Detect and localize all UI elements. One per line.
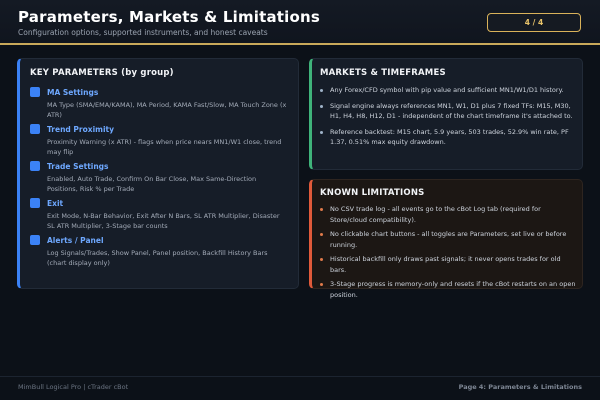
param-group-exit: Exit Exit Mode, N-Bar Behavior, Exit Aft…	[30, 198, 288, 231]
list-item: Historical backfill only draws past sign…	[320, 254, 576, 275]
markets-list: Any Forex/CFD symbol with pip value and …	[320, 85, 576, 153]
param-group-trade-settings: Trade Settings Enabled, Auto Trade, Conf…	[30, 161, 288, 194]
bullet-icon	[320, 283, 323, 286]
list-item: Any Forex/CFD symbol with pip value and …	[320, 85, 576, 96]
list-item: No CSV trade log - all events go to the …	[320, 204, 576, 225]
footer-product-label: MimBull Logical Pro | cTrader cBot	[18, 383, 129, 391]
group-description: Proximity Warning (x ATR) - flags when p…	[47, 138, 282, 156]
group-title: MA Settings	[47, 87, 99, 97]
limitations-list: No CSV trade log - all events go to the …	[320, 204, 576, 304]
page-title: Parameters, Markets & Limitations	[18, 8, 321, 26]
footer-page-label: Page 4: Parameters & Limitations	[458, 383, 582, 391]
param-group-trend-proximity: Trend Proximity Proximity Warning (x ATR…	[30, 124, 288, 157]
list-item: 3-Stage progress is memory-only and rese…	[320, 279, 576, 300]
group-title: Trend Proximity	[47, 124, 115, 134]
known-limitations-panel: KNOWN LIMITATIONS No CSV trade log - all…	[309, 179, 583, 299]
list-item: Signal engine always references MN1, W1,…	[320, 101, 576, 122]
limitations-title: KNOWN LIMITATIONS	[320, 188, 425, 198]
group-title: Alerts / Panel	[47, 235, 104, 245]
group-title: Exit	[47, 198, 64, 208]
markets-timeframes-panel: MARKETS & TIMEFRAMES Any Forex/CFD symbo…	[309, 58, 583, 170]
bullet-icon	[320, 233, 323, 236]
bullet-icon	[320, 89, 323, 92]
group-description: MA Type (SMA/EMA/KAMA), MA Period, KAMA …	[47, 101, 287, 119]
page-indicator-badge: 4 / 4	[487, 13, 581, 32]
page-footer: MimBull Logical Pro | cTrader cBot Page …	[0, 376, 600, 400]
bullet-icon	[320, 258, 323, 261]
trend-proximity-icon	[30, 124, 40, 134]
trade-settings-icon	[30, 161, 40, 171]
key-parameters-panel: KEY PARAMETERS (by group) MA Settings MA…	[17, 58, 299, 289]
param-group-alerts-panel: Alerts / Panel Log Signals/Trades, Show …	[30, 235, 288, 268]
alerts-panel-icon	[30, 235, 40, 245]
list-item: No clickable chart buttons - all toggles…	[320, 229, 576, 250]
group-description: Exit Mode, N-Bar Behavior, Exit After N …	[47, 212, 280, 230]
bullet-icon	[320, 104, 323, 108]
bullet-icon	[320, 130, 323, 134]
exit-icon	[30, 198, 40, 208]
group-description: Log Signals/Trades, Show Panel, Panel po…	[47, 249, 268, 267]
page-header: Parameters, Markets & Limitations Config…	[0, 0, 600, 45]
markets-title: MARKETS & TIMEFRAMES	[320, 68, 446, 78]
group-title: Trade Settings	[47, 161, 109, 171]
ma-settings-icon	[30, 87, 40, 97]
bullet-icon	[320, 208, 323, 211]
param-group-ma-settings: MA Settings MA Type (SMA/EMA/KAMA), MA P…	[30, 87, 288, 120]
page-subtitle: Configuration options, supported instrum…	[18, 28, 268, 37]
list-item: Reference backtest: M15 chart, 5.9 years…	[320, 127, 576, 148]
group-description: Enabled, Auto Trade, Confirm On Bar Clos…	[47, 175, 257, 193]
key-parameters-title: KEY PARAMETERS (by group)	[30, 68, 174, 78]
